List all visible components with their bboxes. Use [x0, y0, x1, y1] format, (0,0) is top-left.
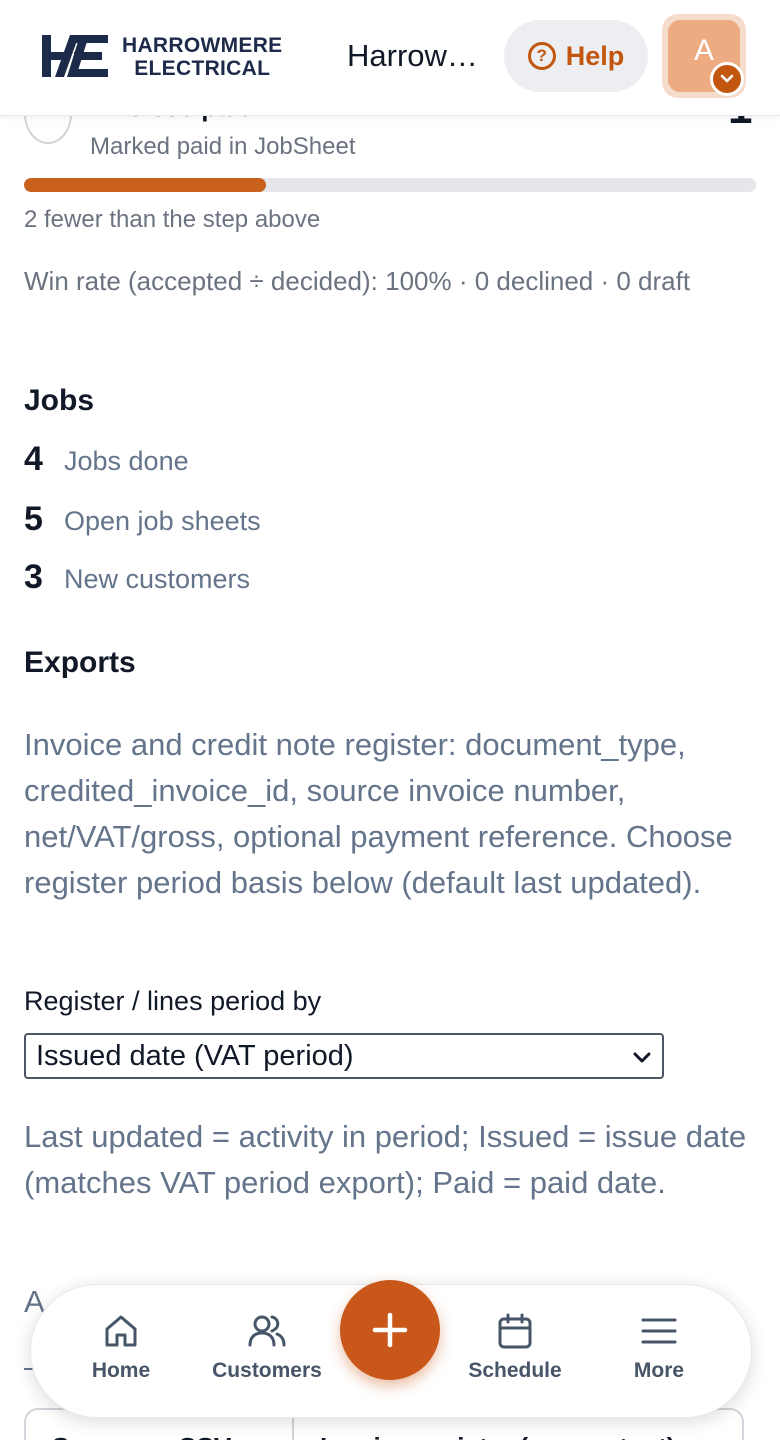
company-name: Harrowmere Electrical [347, 38, 487, 73]
create-new-button[interactable] [340, 1280, 440, 1380]
help-label: Help [565, 40, 625, 71]
logo-line-2: ELECTRICAL [134, 57, 271, 80]
nav-home[interactable]: Home [51, 1311, 191, 1383]
nav-schedule[interactable]: Schedule [445, 1311, 585, 1383]
app-header: HARROWMERE ELECTRICAL Harrowmere Electri… [0, 0, 780, 116]
stat-jobs-done: 4 Jobs done [24, 440, 189, 479]
plus-icon [372, 1312, 408, 1348]
calendar-icon [498, 1313, 532, 1349]
stat-open-job-sheets: 5 Open job sheets [24, 500, 261, 539]
stat-new-customers: 3 New customers [24, 558, 250, 597]
exports-heading: Exports [24, 646, 136, 679]
chevron-down-icon [632, 1040, 652, 1073]
funnel-step-subtitle: Marked paid in JobSheet [90, 133, 356, 160]
nav-label: Home [91, 1359, 151, 1382]
nav-more[interactable]: More [589, 1311, 729, 1383]
register-period-help: Last updated = activity in period; Issue… [24, 1119, 747, 1200]
stat-value: 5 [24, 500, 43, 538]
jobs-heading: Jobs [24, 384, 95, 417]
register-period-label: Register / lines period by [24, 986, 322, 1016]
logo-line-1: HARROWMERE [122, 34, 283, 57]
funnel-step-note: 2 fewer than the step above [24, 206, 321, 233]
nav-label: Schedule [468, 1359, 562, 1382]
company-logo-text: HARROWMERE ELECTRICAL [122, 34, 283, 80]
help-button[interactable]: ? Help [504, 20, 648, 92]
win-rate-text: Win rate (accepted ÷ decided): 100% · 0 … [24, 266, 691, 296]
nav-label: More [633, 1359, 685, 1382]
stat-label: Jobs done [64, 446, 189, 476]
account-menu-button[interactable]: A [662, 14, 746, 98]
chevron-down-icon [710, 62, 744, 96]
register-period-select[interactable]: Issued date (VAT period) [24, 1033, 664, 1079]
exports-description: Invoice and credit note register: docume… [24, 727, 733, 900]
stat-label: New customers [64, 564, 251, 594]
menu-icon [641, 1318, 677, 1344]
nav-customers[interactable]: Customers [197, 1311, 337, 1383]
customers-icon [248, 1315, 286, 1347]
nav-label: Customers [212, 1359, 322, 1382]
company-logo-icon [40, 33, 112, 79]
register-period-value: Issued date (VAT period) [36, 1039, 354, 1072]
home-icon [105, 1315, 137, 1347]
stat-value: 3 [24, 558, 43, 596]
stat-value: 4 [24, 440, 43, 478]
stat-label: Open job sheets [64, 506, 261, 536]
funnel-progress-fill [24, 178, 266, 192]
help-icon: ? [527, 42, 556, 70]
funnel-progress-track [24, 178, 756, 192]
